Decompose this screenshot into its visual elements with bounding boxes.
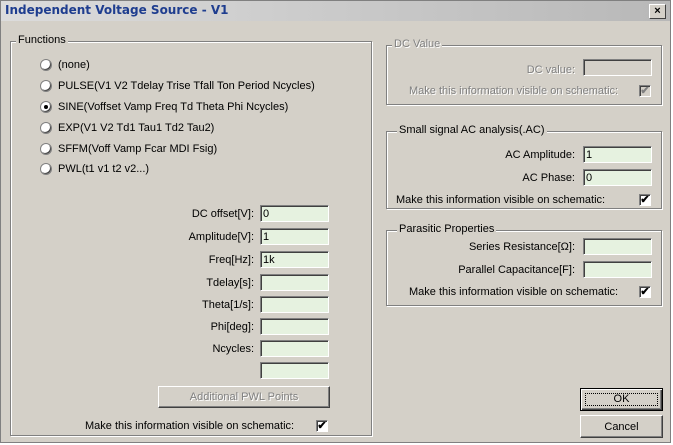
parallel-capacitance-field[interactable] [583,261,652,278]
dc-value-field[interactable] [583,59,652,76]
phi-label: Phi[deg]: [210,321,254,333]
ac-phase-label: AC Phase: [522,172,575,184]
dc-visible-checkbox[interactable]: ✔ [639,85,651,97]
parasitic-visible-label: Make this information visible on schemat… [409,286,619,298]
radio-pulse-label: PULSE(V1 V2 Tdelay Trise Tfall Ton Perio… [58,80,315,92]
ncycles-field[interactable] [260,340,329,357]
ac-visible-label: Make this information visible on schemat… [396,194,606,206]
cancel-button-label: Cancel [604,421,639,433]
phi-field[interactable] [260,318,329,335]
tdelay-field[interactable] [260,274,329,291]
close-button[interactable]: × [649,4,666,19]
amplitude-label: Amplitude[V]: [188,231,254,243]
radio-exp-label: EXP(V1 V2 Td1 Tau1 Td2 Tau2) [58,122,215,134]
dc-value-label: DC value: [526,64,575,76]
radio-sine-label: SINE(Voffset Vamp Freq Td Theta Phi Ncyc… [58,101,289,113]
radio-sffm[interactable] [40,143,52,155]
amplitude-field[interactable] [260,228,329,245]
dc-offset-label: DC offset[V]: [191,208,254,220]
series-resistance-field[interactable] [583,238,652,255]
tdelay-label: Tdelay[s]: [206,277,254,289]
dc-offset-field[interactable] [260,205,329,222]
series-resistance-label: Series Resistance[Ω]: [468,241,575,253]
freq-label: Freq[Hz]: [208,254,254,266]
radio-sine[interactable] [40,101,52,113]
ac-amplitude-label: AC Amplitude: [505,149,575,161]
functions-legend: Functions [16,34,68,46]
theta-field[interactable] [260,296,329,313]
parasitic-visible-checkbox[interactable]: ✔ [639,286,651,298]
functions-visible-label: Make this information visible on schemat… [85,420,295,432]
freq-field[interactable] [260,251,329,268]
radio-none-label: (none) [58,59,90,71]
parasitic-legend: Parasitic Properties [397,223,497,235]
theta-label: Theta[1/s]: [202,299,254,311]
title-bar[interactable]: Independent Voltage Source - V1 × [1,1,670,21]
window-title: Independent Voltage Source - V1 [5,3,229,17]
ok-button[interactable]: OK [580,388,663,411]
cancel-button[interactable]: Cancel [580,415,663,438]
radio-exp[interactable] [40,122,52,134]
functions-visible-checkbox[interactable]: ✔ [316,420,328,432]
ac-phase-field[interactable] [583,169,652,186]
dc-value-legend: DC Value [392,38,443,50]
ncycles-label: Ncycles: [212,343,254,355]
radio-pwl[interactable] [40,163,52,175]
radio-pulse[interactable] [40,80,52,92]
radio-pwl-label: PWL(t1 v1 t2 v2...) [58,163,150,175]
parallel-capacitance-label: Parallel Capacitance[F]: [458,264,575,276]
dialog-window: Independent Voltage Source - V1 × Functi… [0,0,671,443]
ac-amplitude-field[interactable] [583,146,652,163]
additional-pwl-points-button[interactable]: Additional PWL Points [158,386,330,408]
dc-visible-label: Make this information visible on schemat… [409,85,619,97]
ok-button-label: OK [613,393,630,405]
ac-analysis-legend: Small signal AC analysis(.AC) [397,124,547,136]
radio-sffm-label: SFFM(Voff Vamp Fcar MDI Fsig) [58,143,218,155]
radio-none[interactable] [40,59,52,71]
ac-visible-checkbox[interactable]: ✔ [639,194,651,206]
extra-param-field[interactable] [260,362,329,379]
